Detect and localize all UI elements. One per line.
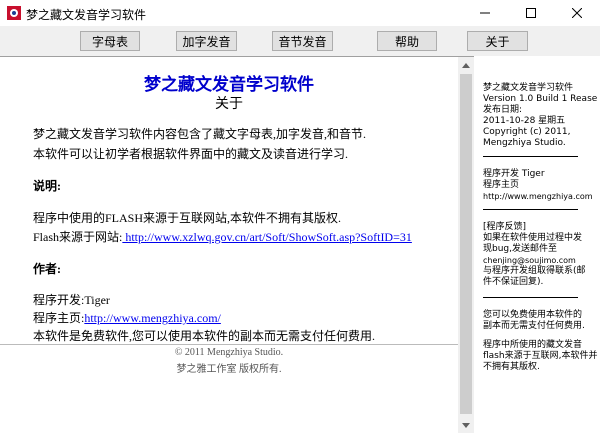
sidebar-contact-line: 件不保证回复). xyxy=(483,277,544,287)
chevron-down-icon xyxy=(462,422,470,428)
notes-heading: 说明: xyxy=(33,179,61,193)
toolbar: 字母表 加字发音 音节发音 帮助 关于 xyxy=(0,26,600,56)
sidebar-copyright: Copyright (c) 2011, xyxy=(483,127,571,137)
window-title: 梦之藏文发音学习软件 xyxy=(26,8,147,22)
notes-line: 程序中使用的FLASH来源于互联网站,本软件不拥有其版权. xyxy=(33,211,342,225)
scroll-down-button[interactable] xyxy=(458,417,474,433)
about-button[interactable]: 关于 xyxy=(467,31,528,51)
minimize-icon xyxy=(480,12,490,14)
free-software-line: 本软件是免费软件,您可以使用本软件的副本而无需支付任何费用. xyxy=(33,329,376,343)
sidebar-flash-line: flash来源于互联网,本软件并 xyxy=(483,351,598,361)
footer-copyright: © 2011 Mengzhiya Studio. xyxy=(174,347,284,358)
content-scrollbar[interactable] xyxy=(458,57,474,433)
sidebar-feedback-line: 现bug,发送邮件至 xyxy=(483,244,557,254)
info-sidebar: 梦之藏文发音学习软件 Version 1.0 Build 1 Rease 1 发… xyxy=(476,57,600,433)
maximize-button[interactable] xyxy=(508,0,554,26)
scrollbar-thumb[interactable] xyxy=(460,74,472,414)
sidebar-app-name: 梦之藏文发音学习软件 xyxy=(483,83,574,93)
page-title: 梦之藏文发音学习软件 xyxy=(144,75,314,94)
about-content: 梦之藏文发音学习软件 关于 梦之藏文发音学习软件内容包含了藏文字母表,加字发音,… xyxy=(0,57,458,433)
page-subtitle: 关于 xyxy=(215,97,243,112)
sidebar-studio: Mengzhiya Studio. xyxy=(483,138,566,148)
intro-line-2: 本软件可以让初学者根据软件界面中的藏文及读音进行学习. xyxy=(33,147,349,161)
sidebar-divider xyxy=(483,209,578,210)
sidebar-flash-line: 程序中所使用的藏文发音 xyxy=(483,340,583,350)
sidebar-feedback-line: 如果在软件使用过程中发 xyxy=(483,233,583,243)
sidebar-divider xyxy=(483,297,578,298)
sidebar-divider xyxy=(483,156,578,157)
sidebar-home-label: 程序主页 xyxy=(483,180,520,190)
close-button[interactable] xyxy=(554,0,600,26)
chevron-up-icon xyxy=(462,62,470,68)
scroll-up-button[interactable] xyxy=(458,57,474,73)
sidebar-release-date: 2011-10-28 星期五 xyxy=(483,116,566,126)
sidebar-home-url: http://www.mengzhiya.com xyxy=(483,192,593,201)
sidebar-flash-line: 不拥有其版权. xyxy=(483,362,540,372)
homepage-line: 程序主页:http://www.mengzhiya.com/ xyxy=(33,309,221,326)
developer-line: 程序开发:Tiger xyxy=(33,293,110,307)
sidebar-free-line: 您可以免费使用本软件的 xyxy=(483,310,583,320)
sidebar-developer: 程序开发 Tiger xyxy=(483,169,545,179)
syllable-pronunciation-button[interactable]: 音节发音 xyxy=(272,31,333,51)
homepage-link[interactable]: http://www.mengzhiya.com/ xyxy=(84,311,221,325)
intro-line-1: 梦之藏文发音学习软件内容包含了藏文字母表,加字发音,和音节. xyxy=(33,127,367,141)
app-icon xyxy=(7,6,21,20)
author-heading: 作者: xyxy=(33,262,61,276)
sidebar-version: Version 1.0 Build 1 Rease 1 xyxy=(483,94,600,104)
sidebar-email: chenjing@soujimo.com xyxy=(483,256,576,265)
sidebar-contact-line: 与程序开发组取得联系(邮 xyxy=(483,266,586,276)
alphabet-button[interactable]: 字母表 xyxy=(80,31,140,51)
flash-source-line: Flash来源于网站: http://www.xzlwq.gov.cn/art/… xyxy=(33,228,412,245)
sidebar-feedback-heading: [程序反馈] xyxy=(483,222,527,232)
help-button[interactable]: 帮助 xyxy=(377,31,437,51)
flash-source-link[interactable]: http://www.xzlwq.gov.cn/art/Soft/ShowSof… xyxy=(122,230,412,244)
close-icon xyxy=(572,8,582,18)
sidebar-free-line: 副本而无需支付任何费用. xyxy=(483,321,585,331)
title-bar: 梦之藏文发音学习软件 xyxy=(0,0,600,26)
footer-divider xyxy=(0,344,458,345)
maximize-icon xyxy=(526,8,536,18)
minimize-button[interactable] xyxy=(462,0,508,26)
sidebar-release-label: 发布日期: xyxy=(483,105,523,115)
flash-source-label: Flash来源于网站: xyxy=(33,230,123,244)
footer-studio: 梦之雅工作室 版权所有. xyxy=(176,364,282,375)
prefix-pronunciation-button[interactable]: 加字发音 xyxy=(176,31,237,51)
homepage-label: 程序主页: xyxy=(33,311,85,325)
